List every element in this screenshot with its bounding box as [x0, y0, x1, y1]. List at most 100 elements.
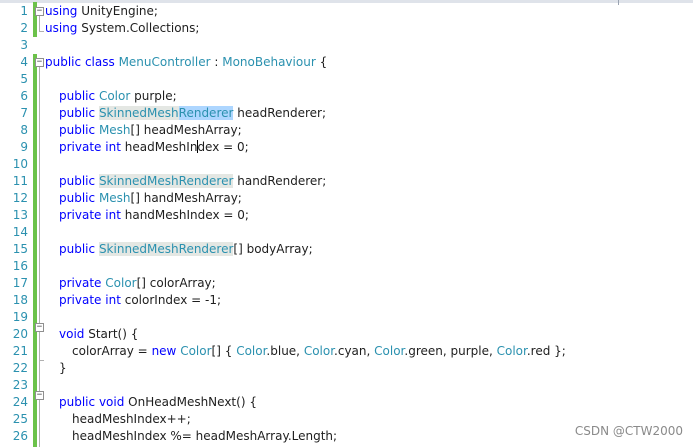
code-token: void — [59, 327, 85, 341]
code-token: .green, purple, — [404, 344, 497, 358]
line-number: 12 — [12, 191, 28, 205]
code-line[interactable]: } — [59, 360, 67, 377]
code-token: SkinnedMeshRenderer — [98, 174, 234, 188]
line-number: 16 — [12, 259, 28, 273]
code-token: private — [59, 208, 102, 222]
code-token: .cyan, — [334, 344, 375, 358]
code-token: Renderer — [178, 106, 234, 120]
code-token: colorArray = — [72, 344, 152, 358]
line-number: 25 — [12, 412, 28, 426]
fold-guide-line — [39, 400, 40, 447]
code-token: int — [105, 208, 121, 222]
code-line[interactable]: public SkinnedMeshRenderer handRenderer; — [59, 173, 326, 190]
code-token: Mesh — [98, 191, 131, 205]
code-token: Color — [180, 344, 212, 358]
code-token: private — [59, 293, 102, 307]
code-editor[interactable]: 1 2 3 4 5 6 7 8 9 10 11 12 13 14 15 16 17 18 19 20 21 22 23 24 2… — [0, 0, 693, 447]
code-token: Color — [496, 344, 527, 358]
line-number: 6 — [20, 89, 28, 103]
code-token: .red }; — [526, 344, 566, 358]
line-number: 26 — [12, 429, 28, 443]
line-number: 7 — [20, 106, 28, 120]
code-token: public — [59, 89, 96, 103]
fold-guide-line — [39, 16, 40, 31]
code-token: class — [84, 55, 115, 69]
code-token: Start() { — [84, 327, 139, 341]
code-line[interactable]: public SkinnedMeshRenderer headRenderer; — [59, 105, 326, 122]
line-number: 14 — [12, 225, 28, 239]
code-line[interactable]: public Color purple; — [59, 88, 177, 105]
line-number: 5 — [20, 72, 28, 86]
fold-guide-end — [39, 31, 44, 32]
code-token: Color — [105, 276, 137, 290]
line-number: 1 — [20, 4, 28, 18]
code-token: public — [45, 55, 82, 69]
line-number: 22 — [12, 361, 28, 375]
code-token: int — [105, 140, 121, 154]
code-token: public — [59, 395, 96, 409]
code-line[interactable]: public Mesh[] headMeshArray; — [59, 122, 242, 139]
code-line[interactable]: public class MenuController : MonoBehavi… — [45, 54, 327, 71]
code-token: public — [59, 191, 96, 205]
line-number: 15 — [12, 242, 28, 256]
code-token: void — [98, 395, 125, 409]
fold-guide-end — [39, 360, 44, 361]
code-line[interactable]: void Start() { — [59, 326, 138, 343]
code-token: : — [210, 55, 223, 69]
line-number: 17 — [12, 276, 28, 290]
code-token: dex = 0; — [197, 140, 249, 154]
code-line[interactable]: public Mesh[] handMeshArray; — [59, 190, 242, 207]
code-token: headMeshIn — [120, 140, 198, 154]
change-indicator-bar — [33, 54, 37, 447]
code-token: Mesh — [98, 123, 131, 137]
line-number: 4 — [20, 55, 28, 69]
code-token: public — [59, 174, 96, 188]
code-token: { — [315, 55, 328, 69]
line-number: 18 — [12, 293, 28, 307]
code-token: SkinnedMesh — [98, 106, 179, 120]
editor-top-strip-marker — [618, 0, 619, 5]
code-line[interactable]: public void OnHeadMeshNext() { — [59, 394, 257, 411]
code-line[interactable]: using System.Collections; — [45, 20, 199, 37]
code-line[interactable]: private int handMeshIndex = 0; — [59, 207, 249, 224]
line-number: 20 — [12, 327, 28, 341]
code-token: OnHeadMeshNext() { — [124, 395, 257, 409]
code-token: [] bodyArray; — [233, 242, 313, 256]
code-token: public — [59, 106, 96, 120]
line-number: 19 — [12, 310, 28, 324]
code-token: System.Collections; — [77, 21, 200, 35]
code-line[interactable]: headMeshIndex++; — [72, 411, 191, 428]
code-token: UnityEngine; — [77, 4, 158, 18]
code-line[interactable]: private int colorIndex = -1; — [59, 292, 221, 309]
line-number: 13 — [12, 208, 28, 222]
code-token: int — [105, 293, 121, 307]
code-token: SkinnedMeshRenderer — [98, 242, 234, 256]
code-token: new — [151, 344, 177, 358]
code-line[interactable]: public SkinnedMeshRenderer[] bodyArray; — [59, 241, 313, 258]
code-token: public — [59, 242, 96, 256]
code-line[interactable]: using UnityEngine; — [45, 3, 158, 20]
line-number: 24 — [12, 395, 28, 409]
fold-toggle-icon[interactable]: − — [35, 391, 44, 400]
code-token: headRenderer; — [233, 106, 327, 120]
line-number: 11 — [12, 174, 28, 188]
code-line[interactable]: private Color[] colorArray; — [59, 275, 216, 292]
code-token: MenuController — [118, 55, 211, 69]
code-token: handMeshIndex = 0; — [120, 208, 249, 222]
code-line[interactable]: private int headMeshIndex = 0; — [59, 139, 249, 156]
fold-toggle-icon[interactable]: − — [35, 323, 44, 332]
code-token: [] handMeshArray; — [130, 191, 242, 205]
fold-toggle-icon[interactable]: − — [35, 58, 44, 67]
code-line[interactable]: headMeshIndex %= headMeshArray.Length; — [72, 428, 337, 445]
code-token: handRenderer; — [233, 174, 327, 188]
code-token: purple; — [130, 89, 177, 103]
code-token: [] { — [211, 344, 237, 358]
fold-toggle-icon[interactable]: − — [35, 7, 44, 16]
line-number: 10 — [12, 157, 28, 171]
code-token: private — [59, 276, 102, 290]
line-number: 23 — [12, 378, 28, 392]
code-line[interactable]: colorArray = new Color[] { Color.blue, C… — [72, 343, 566, 360]
code-token: colorIndex = -1; — [120, 293, 222, 307]
code-token: Color — [236, 344, 267, 358]
code-token: Color — [303, 344, 335, 358]
